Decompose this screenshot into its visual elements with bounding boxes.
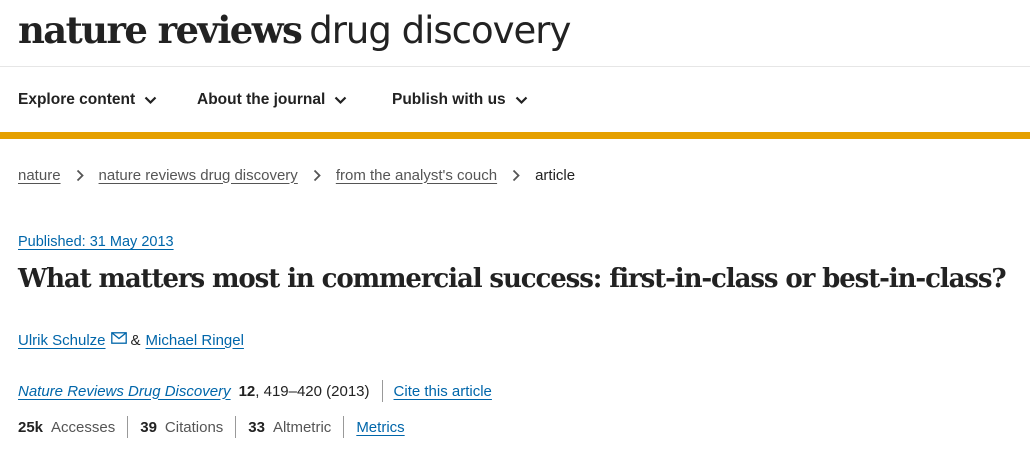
author-separator: & <box>130 331 141 349</box>
breadcrumb: nature nature reviews drug discovery fro… <box>18 164 575 186</box>
main-nav: Explore content About the journal Publis… <box>0 67 1030 133</box>
accesses-count: 25k <box>18 418 44 436</box>
chevron-down-icon <box>335 96 347 104</box>
divider <box>343 416 345 438</box>
chevron-down-icon <box>144 96 157 104</box>
divider <box>235 416 237 438</box>
nav-about-journal[interactable]: About the journal <box>197 89 347 111</box>
altmetric-count: 33 <box>248 418 265 436</box>
divider <box>127 416 129 438</box>
citations-count: 39 <box>140 418 157 436</box>
accesses-label: Accesses <box>51 418 116 436</box>
cite-article-link[interactable]: Cite this article <box>394 383 492 400</box>
breadcrumb-current: article <box>535 166 576 184</box>
chevron-down-icon <box>515 96 527 104</box>
breadcrumb-section[interactable]: from the analyst's couch <box>336 167 497 184</box>
volume-number: 12 <box>238 382 256 400</box>
nav-explore-content[interactable]: Explore content <box>18 89 157 111</box>
author-michael-ringel[interactable]: Michael Ringel <box>146 332 244 349</box>
nav-label: Publish with us <box>392 91 506 108</box>
nav-label: Explore content <box>18 91 136 108</box>
chevron-right-icon <box>512 169 520 181</box>
metrics-link[interactable]: Metrics <box>356 419 404 436</box>
citations-label: Citations <box>164 418 224 436</box>
altmetric-label: Altmetric <box>272 418 332 436</box>
nav-label: About the journal <box>197 91 326 108</box>
journal-name-link[interactable]: Nature Reviews Drug Discovery <box>18 383 231 400</box>
journal-logo[interactable]: nature reviews drug discovery <box>18 6 571 63</box>
author-list: Ulrik Schulze & Michael Ringel <box>18 329 244 351</box>
article-metrics: 25k Accesses 39 Citations 33 Altmetric M… <box>18 416 405 438</box>
mail-icon[interactable] <box>110 332 127 344</box>
chevron-right-icon <box>76 169 84 181</box>
logo-bold-text: nature reviews <box>18 8 303 52</box>
breadcrumb-journal[interactable]: nature reviews drug discovery <box>99 167 298 184</box>
pages-year: , 419–420 (2013) <box>255 382 370 400</box>
breadcrumb-nature[interactable]: nature <box>18 167 61 184</box>
article-title: What matters most in commercial success:… <box>18 264 1007 294</box>
chevron-right-icon <box>313 169 321 181</box>
logo-light-text: drug discovery <box>309 9 571 52</box>
author-ulrik-schulze[interactable]: Ulrik Schulze <box>18 332 106 349</box>
nav-accent-bar <box>0 132 1030 139</box>
published-date-link[interactable]: Published: 31 May 2013 <box>18 234 174 250</box>
nav-publish-with-us[interactable]: Publish with us <box>392 89 528 111</box>
site-header: nature reviews drug discovery <box>0 0 1030 67</box>
divider <box>381 380 383 402</box>
citation-line: Nature Reviews Drug Discovery 12 , 419–4… <box>18 380 492 402</box>
